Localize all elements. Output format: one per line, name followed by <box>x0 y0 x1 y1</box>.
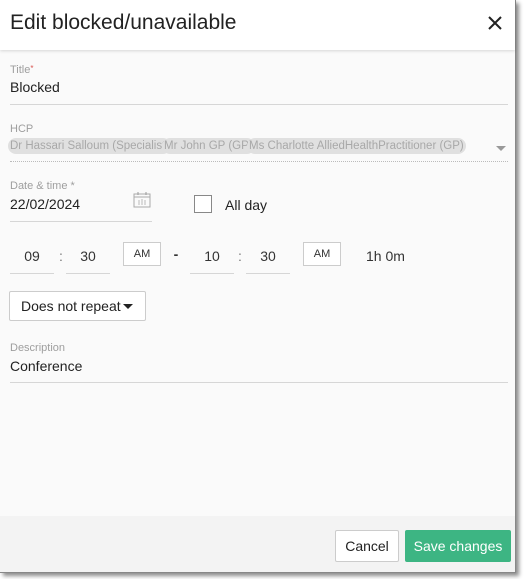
dialog-header: Edit blocked/unavailable <box>0 0 515 50</box>
start-hour-input[interactable]: 09 <box>10 248 54 264</box>
hcp-chip: Ms Charlotte AlliedHealthPractitioner (G… <box>247 138 466 154</box>
start-minute-underline <box>66 273 110 274</box>
all-day-label: All day <box>225 197 268 213</box>
end-minute-underline <box>246 273 290 274</box>
end-ampm-button[interactable]: AM <box>303 242 341 266</box>
start-minute-input[interactable]: 30 <box>66 248 110 264</box>
description-input[interactable]: Conference <box>10 358 82 374</box>
edit-blocked-dialog: Edit blocked/unavailable Title* Blocked … <box>0 0 516 573</box>
close-icon[interactable] <box>484 12 506 34</box>
end-minute-input[interactable]: 30 <box>246 248 290 264</box>
description-underline <box>10 382 508 383</box>
end-hour-underline <box>190 273 234 274</box>
duration-text: 1h 0m <box>366 248 405 264</box>
caret-down-icon[interactable] <box>496 146 506 151</box>
start-time-separator: : <box>59 248 63 264</box>
cancel-button[interactable]: Cancel <box>335 530 399 562</box>
repeat-dropdown[interactable]: Does not repeat <box>9 291 146 321</box>
end-hour-input[interactable]: 10 <box>190 248 234 264</box>
hcp-label: HCP <box>10 123 34 135</box>
title-underline <box>10 104 508 105</box>
hcp-underline <box>10 161 508 162</box>
calendar-icon[interactable] <box>133 191 151 208</box>
hcp-chip: Dr Hassari Salloum (Specialist) <box>8 138 172 154</box>
date-input[interactable]: 22/02/2024 <box>10 196 80 212</box>
repeat-selected: Does not repeat <box>21 298 121 314</box>
title-label: Title* <box>10 64 34 76</box>
description-label: Description <box>10 342 66 354</box>
date-label: Date & time * <box>10 180 75 192</box>
title-input[interactable]: Blocked <box>10 79 60 95</box>
dialog-title: Edit blocked/unavailable <box>10 11 237 34</box>
time-range-dash: - <box>173 246 179 262</box>
caret-down-icon <box>123 304 133 309</box>
start-hour-underline <box>10 273 54 274</box>
start-ampm-button[interactable]: AM <box>123 242 161 266</box>
all-day-checkbox[interactable] <box>194 195 212 213</box>
hcp-chip: Mr John GP (GP) <box>162 138 255 154</box>
date-underline <box>10 221 152 222</box>
save-changes-button[interactable]: Save changes <box>405 530 511 562</box>
end-time-separator: : <box>238 248 242 264</box>
